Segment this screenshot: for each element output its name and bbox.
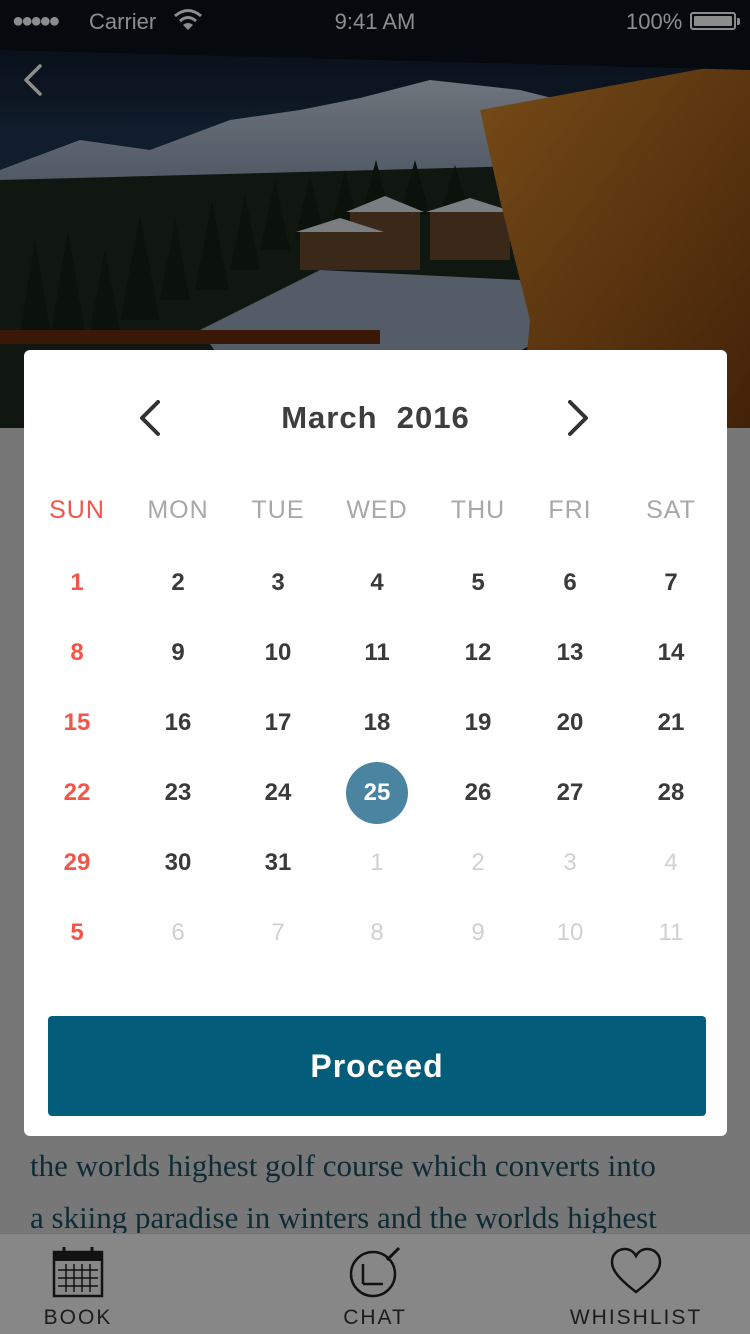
calendar-day[interactable]: 27	[539, 762, 601, 824]
calendar-day[interactable]: 16	[147, 692, 209, 754]
calendar-day[interactable]: 21	[640, 692, 702, 754]
calendar-day[interactable]: 5	[46, 902, 108, 964]
weekday-label: FRI	[548, 496, 592, 524]
calendar-day[interactable]: 22	[46, 762, 108, 824]
calendar-day[interactable]: 1	[46, 552, 108, 614]
weekday-label: SUN	[49, 496, 105, 524]
year: 2016	[396, 400, 470, 435]
calendar-day: 3	[563, 849, 577, 876]
calendar-day[interactable]: 5	[447, 552, 509, 614]
weekday-header: SUN MON TUE WED THU FRI SAT	[24, 496, 727, 536]
calendar-day[interactable]: 15	[46, 692, 108, 754]
calendar-day[interactable]: 29	[46, 832, 108, 894]
weekday-label: THU	[450, 496, 506, 524]
calendar-day[interactable]: 3	[247, 552, 309, 614]
weekday-label: WED	[346, 496, 408, 524]
calendar-day[interactable]: 13	[539, 622, 601, 684]
next-month-button[interactable]	[552, 394, 600, 442]
calendar-day[interactable]: 2	[147, 552, 209, 614]
calendar-day: 6	[171, 919, 185, 946]
calendar-day[interactable]: 6	[539, 552, 601, 614]
calendar-day[interactable]: 17	[247, 692, 309, 754]
calendar-day[interactable]: 26	[447, 762, 509, 824]
calendar-day[interactable]: 31	[247, 832, 309, 894]
proceed-button[interactable]: Proceed	[48, 1016, 706, 1116]
calendar-day[interactable]: 10	[247, 622, 309, 684]
month-title: March 2016	[24, 400, 727, 436]
calendar-day: 7	[271, 919, 285, 946]
calendar-day[interactable]: 20	[539, 692, 601, 754]
calendar-day: 9	[471, 919, 485, 946]
calendar-day: 10	[556, 919, 584, 946]
calendar-day[interactable]: 30	[147, 832, 209, 894]
calendar-day: 8	[370, 919, 384, 946]
calendar-day[interactable]: 19	[447, 692, 509, 754]
calendar-day[interactable]: 14	[640, 622, 702, 684]
date-picker-modal: March 2016 SUN MON TUE WED THU FRI SAT 1234567…	[24, 350, 727, 1136]
calendar-day[interactable]: 11	[346, 622, 408, 684]
calendar-day[interactable]: 23	[147, 762, 209, 824]
weekday-label: MON	[147, 496, 209, 524]
calendar-day[interactable]: 18	[346, 692, 408, 754]
calendar-day: 11	[658, 919, 684, 946]
calendar-day[interactable]: 7	[640, 552, 702, 614]
calendar-day: 1	[370, 849, 384, 876]
weekday-label: TUE	[251, 496, 305, 524]
calendar-day: 4	[664, 849, 678, 876]
selected-day[interactable]: 25	[346, 762, 408, 824]
calendar-day[interactable]: 12	[447, 622, 509, 684]
calendar-day[interactable]: 4	[346, 552, 408, 614]
month-header: March 2016	[24, 386, 727, 452]
calendar-day[interactable]: 9	[147, 622, 209, 684]
calendar-day[interactable]: 24	[247, 762, 309, 824]
calendar-day[interactable]: 8	[46, 622, 108, 684]
weekday-label: SAT	[646, 496, 696, 524]
month-name: March	[281, 400, 378, 435]
calendar-day[interactable]: 28	[640, 762, 702, 824]
calendar-day: 2	[471, 849, 485, 876]
calendar-grid: 1 2 3 4 5 6 7 8 9 10 11 12 13 14 15 16 17 18 19 20 21 22 23 24 2…	[24, 546, 727, 966]
